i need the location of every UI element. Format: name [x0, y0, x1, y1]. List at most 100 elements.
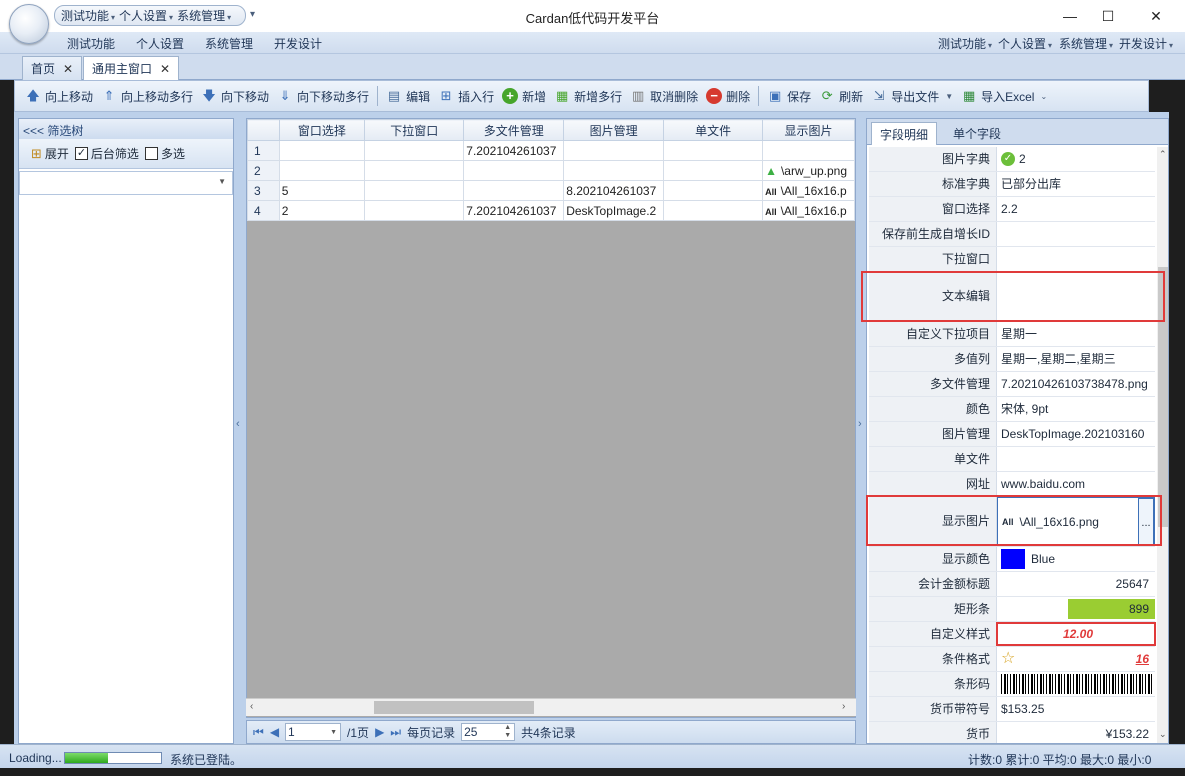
- scroll-up-icon[interactable]: ⌃: [1159, 149, 1167, 160]
- grid-cell[interactable]: [563, 160, 665, 181]
- grid-cell[interactable]: [663, 180, 764, 201]
- grid-cell[interactable]: 7.202104261037: [463, 200, 565, 221]
- menu-right-dev[interactable]: 开发设计 ▾: [1119, 35, 1173, 52]
- prop-row[interactable]: 货币带符号 $153.25: [869, 697, 1155, 722]
- refresh-button[interactable]: ⟳ 刷新: [815, 84, 867, 108]
- stepper-icon[interactable]: ▲ ▼: [504, 724, 511, 740]
- expand-button[interactable]: ⊞ 展开: [31, 145, 69, 162]
- grid-cell[interactable]: [364, 180, 465, 201]
- menu-dev[interactable]: 开发设计: [274, 35, 322, 52]
- prop-row[interactable]: 自定义下拉项目 星期一: [869, 322, 1155, 347]
- prop-row[interactable]: 自定义样式 12.00: [869, 622, 1155, 647]
- column-header[interactable]: 单文件: [663, 119, 764, 141]
- quick-item-system[interactable]: 系统管理 ▾: [177, 7, 231, 24]
- export-button[interactable]: ⇲ 导出文件 ▼: [867, 84, 957, 108]
- grid-cell[interactable]: [463, 160, 565, 181]
- grid-cell[interactable]: DeskTopImage.2: [563, 200, 665, 221]
- undo-delete-button[interactable]: ▥ 取消删除: [626, 84, 702, 108]
- filter-tree-header[interactable]: <<< 筛选树: [19, 119, 233, 139]
- close-icon[interactable]: ✕: [160, 62, 170, 76]
- grid-cell[interactable]: 5: [278, 180, 366, 201]
- prop-row[interactable]: 窗口选择 2.2: [869, 197, 1155, 222]
- prop-row[interactable]: 单文件: [869, 447, 1155, 472]
- maximize-button[interactable]: ☐: [1085, 0, 1131, 32]
- edit-button[interactable]: ▤ 编辑: [382, 84, 434, 108]
- import-excel-button[interactable]: ▦ 导入Excel ⌄: [957, 84, 1051, 108]
- prop-row[interactable]: 图片字典 ✓ 2: [869, 147, 1155, 172]
- prop-row[interactable]: 保存前生成自增长ID: [869, 222, 1155, 247]
- menu-right-personal[interactable]: 个人设置 ▾: [998, 35, 1052, 52]
- scrollbar-thumb[interactable]: [1158, 267, 1168, 527]
- close-icon[interactable]: ✕: [63, 62, 73, 76]
- menu-right-test[interactable]: 测试功能 ▾: [938, 35, 992, 52]
- last-page-icon[interactable]: ⏭: [390, 725, 401, 740]
- grid-cell-image[interactable]: ▲ \arw_up.png: [762, 160, 855, 181]
- scroll-left-icon[interactable]: ‹: [250, 701, 253, 712]
- scroll-right-icon[interactable]: ›: [842, 701, 845, 712]
- prop-row[interactable]: 矩形条 899: [869, 597, 1155, 622]
- prop-row[interactable]: 标准字典 已部分出库: [869, 172, 1155, 197]
- tab-main-window[interactable]: 通用主窗口 ✕: [83, 56, 180, 80]
- per-page-stepper[interactable]: 25 ▲ ▼: [461, 723, 516, 741]
- grid-cell[interactable]: [563, 140, 665, 161]
- grid-cell[interactable]: [278, 140, 366, 161]
- insert-row-button[interactable]: ⊞ 插入行: [434, 84, 498, 108]
- move-down-multi-button[interactable]: ⇓ 向下移动多行: [273, 84, 373, 108]
- prop-row[interactable]: 网址 www.baidu.com: [869, 472, 1155, 497]
- grid-cell[interactable]: 8.202104261037: [563, 180, 665, 201]
- column-header[interactable]: 图片管理: [563, 119, 665, 141]
- table-row[interactable]: 2 ▲ \arw_up.png: [247, 160, 855, 181]
- add-button[interactable]: + 新增: [498, 84, 550, 108]
- prop-row[interactable]: 显示颜色 Blue: [869, 547, 1155, 572]
- scroll-down-icon[interactable]: ⌄: [1159, 729, 1167, 740]
- menu-test[interactable]: 测试功能: [67, 35, 115, 52]
- grid-corner-cell[interactable]: [247, 119, 280, 141]
- tab-home[interactable]: 首页 ✕: [22, 56, 83, 80]
- move-up-multi-button[interactable]: ⇑ 向上移动多行: [97, 84, 197, 108]
- grid-cell[interactable]: [364, 200, 465, 221]
- grid-cell[interactable]: [663, 200, 764, 221]
- grid-cell[interactable]: 7.202104261037: [463, 140, 565, 161]
- left-splitter-handle[interactable]: ‹: [236, 418, 244, 438]
- next-page-icon[interactable]: ▶: [375, 725, 384, 739]
- grid-cell[interactable]: [364, 140, 465, 161]
- column-header[interactable]: 多文件管理: [463, 119, 565, 141]
- grid-cell[interactable]: [663, 140, 764, 161]
- bg-filter-checkbox[interactable]: ✓ 后台筛选: [74, 145, 139, 162]
- prop-row-text-edit[interactable]: 文本编辑: [869, 272, 1155, 322]
- grid-cell[interactable]: [463, 180, 565, 201]
- table-row[interactable]: 3 5 8.202104261037 All \All_16x16.p: [247, 180, 855, 201]
- prop-row[interactable]: 多文件管理 7.20210426103738478.png: [869, 372, 1155, 397]
- prop-row[interactable]: 条形码: [869, 672, 1155, 697]
- application-orb-button[interactable]: [9, 4, 49, 44]
- prop-row[interactable]: 会计金额标题 25647: [869, 572, 1155, 597]
- filter-combo[interactable]: ▼: [19, 171, 233, 195]
- grid-cell[interactable]: [364, 160, 465, 181]
- prop-row[interactable]: 条件格式 ☆ 16: [869, 647, 1155, 672]
- prop-row[interactable]: 颜色 宋体, 9pt: [869, 397, 1155, 422]
- ellipsis-button[interactable]: ...: [1138, 498, 1154, 545]
- prop-row[interactable]: 多值列 星期一,星期二,星期三: [869, 347, 1155, 372]
- add-multi-button[interactable]: ▦ 新增多行: [550, 84, 626, 108]
- grid-cell[interactable]: 2: [278, 200, 366, 221]
- column-header[interactable]: 窗口选择: [278, 119, 366, 141]
- tab-field-details[interactable]: 字段明细: [871, 122, 938, 145]
- table-row[interactable]: 1 7.202104261037: [247, 140, 855, 161]
- save-button[interactable]: ▣ 保存: [763, 84, 815, 108]
- grid-cell[interactable]: [762, 140, 855, 161]
- move-up-button[interactable]: 🡅 向上移动: [21, 84, 97, 108]
- toolbar-overflow-icon[interactable]: ⌄: [1040, 92, 1047, 101]
- quick-access-more-button[interactable]: ▾: [250, 9, 255, 20]
- prop-row[interactable]: 图片管理 DeskTopImage.202103160: [869, 422, 1155, 447]
- page-input[interactable]: 1 ▼: [285, 723, 342, 741]
- first-page-icon[interactable]: ⏮: [253, 725, 264, 740]
- column-header[interactable]: 显示图片: [762, 119, 855, 141]
- url-link[interactable]: www.baidu.com: [997, 472, 1155, 496]
- menu-system[interactable]: 系统管理: [205, 35, 253, 52]
- grid-cell-image[interactable]: All \All_16x16.p: [762, 200, 855, 221]
- grid-horizontal-scrollbar[interactable]: ‹ ›: [246, 698, 856, 716]
- menu-right-system[interactable]: 系统管理 ▾: [1059, 35, 1113, 52]
- prop-row[interactable]: 货币 ¥153.22: [869, 722, 1155, 743]
- quick-item-personal[interactable]: 个人设置 ▾: [119, 7, 173, 24]
- grid-cell[interactable]: [278, 160, 366, 181]
